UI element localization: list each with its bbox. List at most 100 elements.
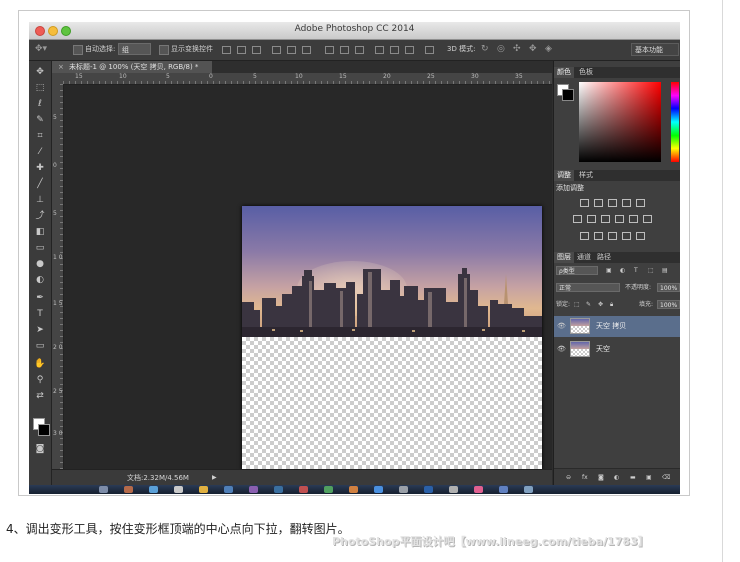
blur-tool-icon[interactable]: ●: [32, 257, 48, 271]
fill-field[interactable]: 100%: [657, 300, 680, 309]
move-tool-preset-icon[interactable]: ✥▾: [35, 44, 47, 55]
tab-color[interactable]: 颜色: [554, 67, 574, 78]
quick-mask-icon[interactable]: ◙: [32, 442, 48, 456]
background-color-swatch[interactable]: [38, 424, 50, 436]
pen-tool-icon[interactable]: ✒: [32, 291, 48, 305]
visibility-eye-icon[interactable]: 👁︎: [557, 322, 566, 330]
gradient-tool-icon[interactable]: ▭: [32, 241, 48, 255]
lock-position-icon[interactable]: ✥: [598, 300, 603, 309]
filter-smart-icon[interactable]: ▤: [662, 266, 668, 275]
new-group-icon[interactable]: ▬: [630, 473, 636, 482]
threshold-icon[interactable]: [608, 232, 617, 240]
tab-channels[interactable]: 通道: [574, 252, 594, 263]
filter-pixel-icon[interactable]: ▣: [606, 266, 612, 275]
distribute-right-icon[interactable]: [405, 46, 414, 54]
workspace-switcher[interactable]: 基本功能: [631, 43, 679, 56]
tab-swatches[interactable]: 色板: [576, 67, 596, 78]
lock-all-icon[interactable]: 🔒︎: [610, 300, 613, 309]
color-lookup-icon[interactable]: [643, 215, 652, 223]
dock-app-icon[interactable]: [249, 486, 258, 493]
dock-app-icon[interactable]: [349, 486, 358, 493]
panel-background-swatch[interactable]: [562, 89, 574, 101]
align-vcenter-icon[interactable]: [237, 46, 246, 54]
dock-app-icon[interactable]: [199, 486, 208, 493]
default-colors-icon[interactable]: ⇄: [32, 389, 48, 403]
photo-filter-icon[interactable]: [615, 215, 624, 223]
align-right-icon[interactable]: [302, 46, 311, 54]
align-left-icon[interactable]: [272, 46, 281, 54]
drag-3d-icon[interactable]: ✣: [513, 44, 521, 55]
color-picker-field[interactable]: [579, 82, 661, 162]
hand-tool-icon[interactable]: ✋: [32, 357, 48, 371]
dock-app-icon[interactable]: [374, 486, 383, 493]
distribute-hcenter-icon[interactable]: [390, 46, 399, 54]
layer-kind-filter[interactable]: ρ类型: [556, 266, 598, 275]
document-tab[interactable]: × 未标题-1 @ 100% (天空 拷贝, RGB/8) *: [52, 61, 212, 73]
history-brush-tool-icon[interactable]: ⤴: [32, 209, 48, 223]
tab-styles[interactable]: 样式: [576, 170, 596, 181]
lock-paint-icon[interactable]: ✎: [586, 300, 591, 309]
align-bottom-icon[interactable]: [252, 46, 261, 54]
move-tool-icon[interactable]: ✥: [32, 65, 48, 79]
document-canvas[interactable]: [242, 206, 542, 470]
hue-slider[interactable]: [671, 82, 679, 162]
vertical-ruler[interactable]: 5 0 5 1 0 1 5 2 0 2 5 3 0: [52, 84, 64, 469]
black-white-icon[interactable]: [601, 215, 610, 223]
tab-adjustments[interactable]: 调整: [554, 170, 574, 181]
exposure-icon[interactable]: [622, 199, 631, 207]
align-hcenter-icon[interactable]: [287, 46, 296, 54]
align-top-icon[interactable]: [222, 46, 231, 54]
add-mask-icon[interactable]: ◙: [598, 473, 604, 482]
rotate-3d-icon[interactable]: ↻: [481, 44, 489, 55]
distribute-top-icon[interactable]: [325, 46, 334, 54]
status-menu-arrow-icon[interactable]: ▶: [212, 473, 217, 483]
canvas-area[interactable]: [64, 85, 552, 471]
dock-app-icon[interactable]: [224, 486, 233, 493]
healing-brush-tool-icon[interactable]: ✚: [32, 161, 48, 175]
auto-select-checkbox[interactable]: [73, 45, 83, 55]
dock-app-icon[interactable]: [99, 486, 108, 493]
lasso-tool-icon[interactable]: ℓ: [32, 97, 48, 111]
dock-app-icon[interactable]: [324, 486, 333, 493]
new-layer-icon[interactable]: ▣: [646, 473, 652, 482]
levels-icon[interactable]: [594, 199, 603, 207]
dock-app-icon[interactable]: [424, 486, 433, 493]
tab-layers[interactable]: 图层: [554, 252, 574, 263]
dock-app-icon[interactable]: [274, 486, 283, 493]
opacity-field[interactable]: 100%: [657, 283, 680, 292]
blend-mode-dropdown[interactable]: 正常: [556, 283, 620, 292]
brightness-icon[interactable]: [580, 199, 589, 207]
hue-saturation-icon[interactable]: [573, 215, 582, 223]
eyedropper-tool-icon[interactable]: ⁄: [32, 145, 48, 159]
selective-color-icon[interactable]: [636, 232, 645, 240]
layer-row-sky-copy[interactable]: 👁︎ 天空 拷贝: [554, 316, 680, 337]
horizontal-ruler[interactable]: 15 10 5 0 5 10 15 20 25 30 35: [63, 73, 552, 85]
dock-app-icon[interactable]: [399, 486, 408, 493]
filter-adjust-icon[interactable]: ◐: [620, 266, 625, 275]
dock-app-icon[interactable]: [149, 486, 158, 493]
zoom-tool-icon[interactable]: ⚲: [32, 373, 48, 387]
link-layers-icon[interactable]: ⊖: [566, 473, 571, 482]
posterize-icon[interactable]: [594, 232, 603, 240]
color-balance-icon[interactable]: [587, 215, 596, 223]
dock-app-icon[interactable]: [124, 486, 133, 493]
invert-icon[interactable]: [580, 232, 589, 240]
dock-app-icon[interactable]: [449, 486, 458, 493]
roll-3d-icon[interactable]: ◎: [497, 44, 505, 55]
layer-style-icon[interactable]: fx: [582, 473, 588, 482]
filter-type-icon[interactable]: T: [634, 266, 638, 275]
gradient-map-icon[interactable]: [622, 232, 631, 240]
new-adjustment-icon[interactable]: ◐: [614, 473, 619, 482]
auto-align-icon[interactable]: [425, 46, 434, 54]
dock-app-icon[interactable]: [524, 486, 533, 493]
clone-stamp-tool-icon[interactable]: ⊥: [32, 193, 48, 207]
tab-paths[interactable]: 路径: [594, 252, 614, 263]
distribute-vcenter-icon[interactable]: [340, 46, 349, 54]
auto-select-dropdown[interactable]: 组: [118, 43, 151, 55]
eraser-tool-icon[interactable]: ◧: [32, 225, 48, 239]
scale-3d-icon[interactable]: ◈: [545, 44, 552, 55]
curves-icon[interactable]: [608, 199, 617, 207]
dock-app-icon[interactable]: [299, 486, 308, 493]
brush-tool-icon[interactable]: ╱: [32, 177, 48, 191]
path-select-tool-icon[interactable]: ➤: [32, 323, 48, 337]
